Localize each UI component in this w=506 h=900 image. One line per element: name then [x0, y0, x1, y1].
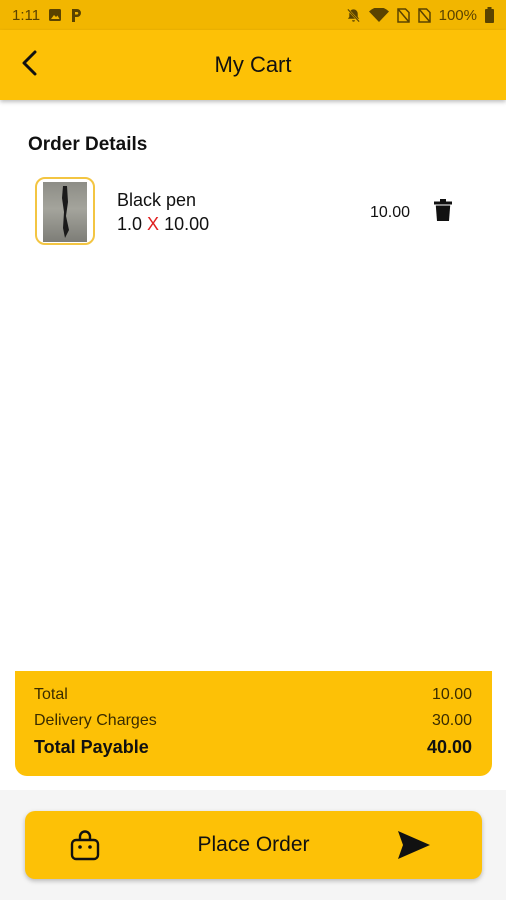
- multiply-sign: X: [147, 214, 160, 234]
- cart-item: Black pen 1.0 X 10.00 10.00: [34, 176, 474, 248]
- battery-percent: 100%: [438, 6, 477, 24]
- pen-image: [43, 182, 87, 242]
- status-right: 100%: [346, 7, 494, 24]
- status-bar: 1:11 100%: [0, 0, 506, 30]
- order-details-heading: Order Details: [28, 134, 148, 155]
- place-order-button[interactable]: Place Order: [25, 811, 482, 879]
- shopping-bag-icon: [69, 829, 101, 866]
- item-line-total: 10.00: [370, 204, 411, 221]
- payable-label: Total Payable: [34, 736, 149, 757]
- back-button[interactable]: [14, 50, 44, 80]
- image-icon: [48, 8, 62, 22]
- send-icon: [397, 829, 431, 866]
- summary-payable-row: Total Payable 40.00: [34, 734, 472, 760]
- battery-icon: [485, 7, 494, 23]
- page-title: My Cart: [214, 52, 292, 77]
- delivery-value: 30.00: [431, 712, 472, 729]
- item-thumbnail[interactable]: [35, 177, 95, 245]
- trash-icon: [434, 198, 452, 226]
- status-time: 1:11: [12, 6, 41, 24]
- wifi-icon: [368, 7, 389, 23]
- status-left: 1:11: [12, 7, 82, 24]
- no-sim-icon: [417, 7, 431, 23]
- item-name: Black pen: [117, 190, 197, 210]
- total-label: Total: [34, 686, 68, 703]
- delete-item-button[interactable]: [430, 198, 456, 226]
- p-icon: [70, 8, 82, 23]
- delivery-label: Delivery Charges: [34, 712, 157, 729]
- back-arrow-icon: [20, 50, 38, 81]
- summary-total-row: Total 10.00: [34, 682, 472, 708]
- order-summary: Total 10.00 Delivery Charges 30.00 Total…: [15, 671, 492, 776]
- no-sim-icon: [396, 7, 410, 23]
- payable-value: 40.00: [426, 736, 472, 757]
- item-quantity-line: 1.0 X 10.00: [117, 214, 209, 235]
- item-quantity: 1.0: [117, 214, 143, 234]
- app-bar: My Cart: [0, 30, 506, 100]
- item-unit-price: 10.00: [164, 214, 210, 234]
- place-order-label: Place Order: [197, 833, 310, 856]
- bell-off-icon: [346, 8, 361, 23]
- total-value: 10.00: [431, 686, 472, 703]
- summary-delivery-row: Delivery Charges 30.00: [34, 708, 472, 734]
